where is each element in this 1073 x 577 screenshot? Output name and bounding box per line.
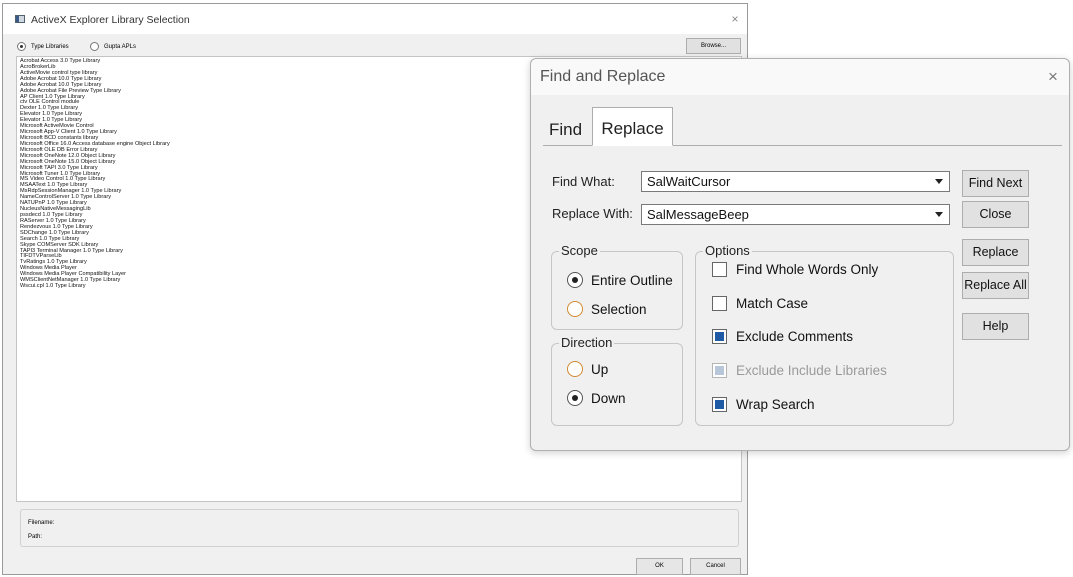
cancel-button[interactable]: Cancel bbox=[690, 558, 741, 575]
dialog-title: Find and Replace bbox=[540, 68, 666, 85]
ok-button[interactable]: OK bbox=[636, 558, 683, 575]
radio-selection[interactable]: Selection bbox=[567, 301, 647, 317]
radio-unselected-icon bbox=[567, 361, 583, 377]
library-info-panel: Filename: Path: bbox=[20, 509, 739, 547]
radio-up-label: Up bbox=[591, 361, 609, 377]
tab-find[interactable]: Find bbox=[549, 120, 582, 140]
radio-dot-icon bbox=[90, 42, 99, 51]
find-replace-titlebar: Find and Replace × bbox=[531, 59, 1069, 95]
radio-type-libraries[interactable]: Type Libraries bbox=[17, 42, 69, 51]
close-button[interactable]: Close bbox=[962, 201, 1029, 228]
check-match-case[interactable]: Match Case bbox=[712, 296, 808, 311]
checkbox-checked-icon bbox=[712, 397, 727, 412]
radio-gupta-apls[interactable]: Gupta APLs bbox=[90, 42, 136, 51]
chevron-down-icon[interactable] bbox=[931, 173, 948, 190]
radio-dot-icon bbox=[17, 42, 26, 51]
check-exclude-include-libraries: Exclude Include Libraries bbox=[712, 363, 887, 378]
match-case-label: Match Case bbox=[736, 296, 809, 311]
app-window-icon bbox=[15, 15, 25, 23]
radio-selection-label: Selection bbox=[591, 301, 647, 317]
radio-gupta-apls-label: Gupta APLs bbox=[104, 43, 137, 50]
tab-replace[interactable]: Replace bbox=[592, 107, 673, 146]
radio-down[interactable]: Down bbox=[567, 390, 626, 406]
scope-group: Scope Entire Outline Selection bbox=[551, 243, 683, 330]
radio-type-libraries-label: Type Libraries bbox=[31, 43, 69, 50]
radio-selected-icon bbox=[567, 272, 583, 288]
radio-up[interactable]: Up bbox=[567, 361, 608, 377]
check-exclude-comments[interactable]: Exclude Comments bbox=[712, 329, 853, 344]
find-what-value: SalWaitCursor bbox=[647, 174, 731, 189]
replace-with-label: Replace With: bbox=[552, 206, 633, 221]
browse-button[interactable]: Browse... bbox=[686, 38, 741, 54]
find-whole-words-only-label: Find Whole Words Only bbox=[736, 262, 879, 277]
checkbox-icon bbox=[712, 262, 727, 277]
help-button[interactable]: Help bbox=[962, 313, 1029, 340]
find-what-combo[interactable]: SalWaitCursor bbox=[641, 171, 950, 192]
activex-window-title: ActiveX Explorer Library Selection bbox=[31, 14, 190, 26]
direction-group: Direction Up Down bbox=[551, 335, 683, 426]
options-title: Options bbox=[703, 243, 752, 258]
radio-selected-icon bbox=[567, 390, 583, 406]
dialog-close-icon[interactable]: × bbox=[1041, 66, 1065, 88]
filename-label: Filename: bbox=[28, 520, 55, 526]
checkbox-checked-icon bbox=[712, 329, 727, 344]
replace-button[interactable]: Replace bbox=[962, 239, 1029, 266]
radio-entire-outline[interactable]: Entire Outline bbox=[567, 272, 673, 288]
find-next-button[interactable]: Find Next bbox=[962, 170, 1029, 197]
direction-title: Direction bbox=[559, 335, 615, 350]
activex-close-icon[interactable]: × bbox=[727, 12, 743, 26]
replace-all-button[interactable]: Replace All bbox=[962, 272, 1029, 299]
radio-down-label: Down bbox=[591, 390, 626, 406]
radio-entire-outline-label: Entire Outline bbox=[591, 272, 673, 288]
exclude-comments-label: Exclude Comments bbox=[736, 329, 854, 344]
exclude-include-libraries-label: Exclude Include Libraries bbox=[736, 363, 887, 378]
check-find-whole-words-only[interactable]: Find Whole Words Only bbox=[712, 262, 878, 277]
replace-with-combo[interactable]: SalMessageBeep bbox=[641, 204, 950, 225]
checkbox-icon bbox=[712, 296, 727, 311]
wrap-search-label: Wrap Search bbox=[736, 397, 815, 412]
check-wrap-search[interactable]: Wrap Search bbox=[712, 397, 815, 412]
chevron-down-icon[interactable] bbox=[931, 206, 948, 223]
options-group: Options Find Whole Words Only Match Case… bbox=[695, 243, 954, 426]
find-what-label: Find What: bbox=[552, 174, 615, 189]
scope-title: Scope bbox=[559, 243, 600, 258]
find-replace-dialog: Find and Replace × Find Replace Find Wha… bbox=[530, 58, 1070, 451]
checkbox-disabled-icon bbox=[712, 363, 727, 378]
path-label: Path: bbox=[28, 534, 43, 540]
activex-titlebar: ActiveX Explorer Library Selection × bbox=[3, 4, 747, 34]
replace-with-value: SalMessageBeep bbox=[647, 207, 749, 222]
radio-unselected-icon bbox=[567, 301, 583, 317]
